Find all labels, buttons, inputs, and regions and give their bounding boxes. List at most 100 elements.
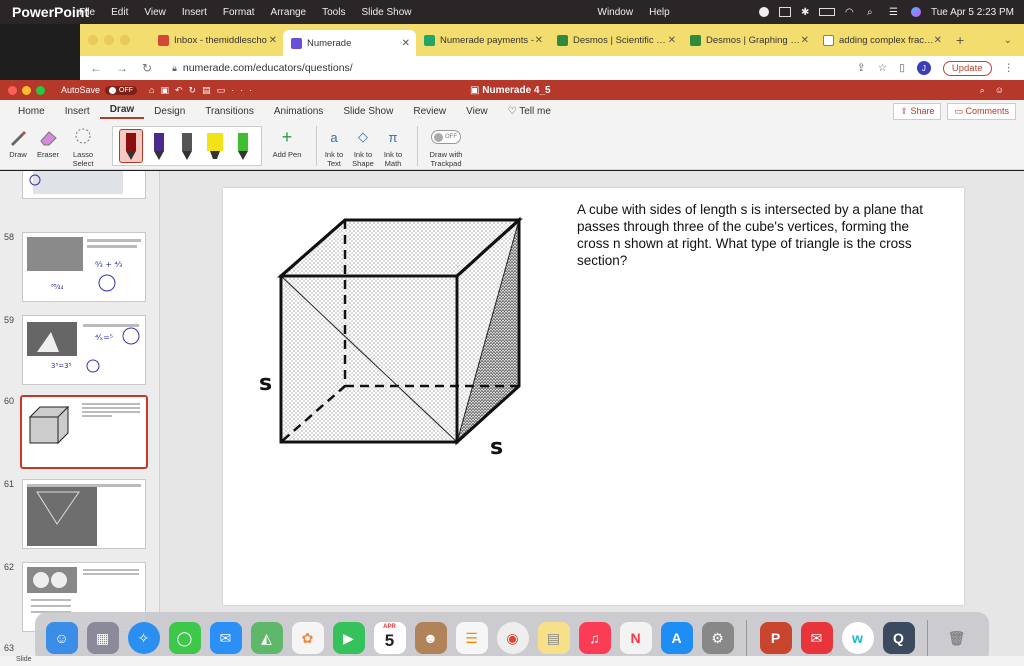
siri-icon[interactable] — [910, 7, 921, 17]
tab-animations[interactable]: Animations — [264, 106, 333, 117]
minimize-window-icon[interactable] — [104, 35, 114, 45]
lasso-select-tool[interactable]: Lasso Select — [66, 126, 100, 168]
draw-tool[interactable]: Draw — [6, 126, 30, 159]
safari-icon[interactable]: ✧ — [127, 622, 160, 654]
zoom-window-icon[interactable] — [36, 85, 45, 95]
lock-icon[interactable]: 🔒︎ — [172, 63, 177, 74]
display-icon[interactable] — [778, 7, 791, 17]
ink-to-shape-button[interactable]: ◇ Ink to Shape — [351, 126, 375, 168]
home-icon[interactable]: ⌂ — [149, 85, 160, 95]
close-tab-icon[interactable]: ✕ — [269, 35, 277, 46]
undo-icon[interactable]: ↶ — [175, 85, 189, 95]
new-tab-icon[interactable]: + — [956, 32, 964, 48]
account-icon[interactable]: ☺ — [995, 85, 1014, 95]
menu-arrange[interactable]: Arrange — [263, 7, 315, 18]
forward-arrow-icon[interactable]: → — [116, 61, 128, 75]
menu-app-name[interactable]: PowerPoint — [12, 0, 89, 28]
chrome-icon[interactable]: ◉ — [496, 622, 529, 654]
pen-dark-red[interactable] — [119, 129, 143, 163]
add-pen-button[interactable]: + Add Pen — [270, 126, 304, 160]
slide-thumbnail-57[interactable] — [22, 171, 146, 199]
slide-thumbnail-61[interactable] — [22, 479, 146, 549]
menu-window[interactable]: Window — [590, 7, 642, 18]
slide-thumbnail-60-selected[interactable] — [20, 395, 148, 469]
print-icon[interactable]: ▤ — [202, 85, 217, 95]
menu-insert[interactable]: Insert — [174, 7, 215, 18]
save-icon[interactable]: ▣ — [160, 85, 175, 95]
document-title[interactable]: ▣ Numerade 4_5 — [470, 85, 551, 96]
share-page-icon[interactable]: ⇪ — [857, 62, 866, 74]
comments-button[interactable]: ▭ Comments — [947, 102, 1016, 120]
wifi-icon[interactable]: ◠ — [845, 7, 857, 18]
close-tab-icon[interactable]: ✕ — [535, 35, 543, 46]
calendar-icon[interactable]: APR 5 — [373, 622, 406, 654]
browser-tab-desmos-graphing[interactable]: Desmos | Graphing Ca ✕ — [682, 27, 815, 53]
menu-help[interactable]: Help — [641, 7, 678, 18]
tab-design[interactable]: Design — [144, 106, 195, 117]
share-button[interactable]: ⇪ Share — [893, 102, 942, 120]
menu-tools[interactable]: Tools — [314, 7, 353, 18]
app-store-icon[interactable]: A — [660, 622, 693, 654]
update-button[interactable]: Update — [942, 60, 992, 76]
reload-icon[interactable]: ↻ — [142, 61, 152, 75]
browser-tab-numerade-payments[interactable]: Numerade payments - ✕ — [416, 27, 549, 53]
tab-home[interactable]: Home — [8, 106, 55, 117]
pen-purple[interactable] — [147, 129, 171, 163]
tab-transitions[interactable]: Transitions — [195, 106, 264, 117]
close-tab-icon[interactable]: ✕ — [402, 38, 410, 49]
question-text[interactable]: A cube with sides of length s is interse… — [577, 201, 942, 269]
slide-thumbnail-59[interactable]: ⁴⁄ₓ=⁵ 3⁵=3⁵ — [22, 315, 146, 385]
record-icon[interactable] — [758, 7, 769, 17]
browser-tab-numerade[interactable]: Numerade ✕ — [283, 30, 416, 56]
tab-review[interactable]: Review — [403, 106, 456, 117]
ink-to-math-button[interactable]: π Ink to Math — [381, 126, 405, 169]
finder-icon[interactable]: ☺ — [45, 622, 78, 654]
battery-icon[interactable] — [818, 8, 835, 16]
new-document-icon[interactable]: ▭ — [217, 85, 232, 95]
reminders-icon[interactable]: ☰ — [455, 622, 488, 654]
close-window-icon[interactable] — [8, 85, 17, 95]
slide-thumbnail-58[interactable]: ⁸⁄₃ + ⁴⁄₃ ⁸⁸⁄₄₄ — [22, 232, 146, 302]
autosave-toggle[interactable]: OFF — [105, 85, 138, 95]
highlighter-green[interactable] — [231, 129, 255, 163]
side-panel-icon[interactable]: ▯ — [899, 62, 905, 74]
trash-icon[interactable]: 🗑︎ — [941, 622, 973, 654]
airmail-icon[interactable]: ✉ — [800, 622, 833, 654]
profile-avatar[interactable]: J — [916, 61, 931, 75]
more-menu-icon[interactable]: ⋮ — [1004, 62, 1015, 74]
highlighter-yellow[interactable] — [203, 129, 227, 163]
browser-tab-desmos-scientific[interactable]: Desmos | Scientific Ca ✕ — [549, 27, 682, 53]
notes-icon[interactable]: ▤ — [537, 622, 570, 654]
mail-icon[interactable]: ✉ — [209, 622, 242, 654]
menu-view[interactable]: View — [136, 7, 174, 18]
tab-slide-show[interactable]: Slide Show — [333, 106, 403, 117]
menubar-clock[interactable]: Tue Apr 5 2:23 PM — [931, 7, 1014, 18]
system-preferences-icon[interactable]: ⚙ — [701, 622, 734, 654]
redo-icon[interactable]: ↻ — [189, 85, 203, 95]
wunderlist-icon[interactable]: w — [841, 622, 874, 654]
facetime-icon[interactable]: ▶ — [332, 622, 365, 654]
zoom-window-icon[interactable] — [120, 35, 130, 45]
menu-slide-show[interactable]: Slide Show — [353, 7, 419, 18]
slide-canvas[interactable]: s s s A cube with sides of length s is i… — [223, 188, 964, 605]
photos-icon[interactable]: ✿ — [291, 622, 324, 654]
draw-with-trackpad-toggle[interactable]: OFF Draw with Trackpad — [424, 126, 468, 168]
menu-edit[interactable]: Edit — [103, 7, 136, 18]
quicktime-icon[interactable]: Q — [882, 622, 915, 654]
maps-icon[interactable]: ◭ — [250, 622, 283, 654]
powerpoint-icon[interactable]: P — [759, 622, 792, 654]
messages-icon[interactable]: ◯ — [168, 622, 201, 654]
browser-tab-google-search[interactable]: adding complex fractio ✕ — [815, 27, 948, 53]
bookmark-star-icon[interactable]: ☆ — [878, 62, 887, 74]
tab-draw[interactable]: Draw — [99, 104, 145, 119]
tell-me-search[interactable]: ♡ Tell me — [498, 106, 561, 117]
menu-format[interactable]: Format — [215, 7, 263, 18]
close-tab-icon[interactable]: ✕ — [668, 35, 676, 46]
browser-tab-gmail[interactable]: Inbox - themiddlescho ✕ — [150, 27, 283, 53]
more-icon[interactable]: ··· — [231, 85, 258, 95]
tab-search-chevron-icon[interactable]: ⌄ — [1004, 35, 1012, 46]
eraser-tool[interactable]: Eraser — [36, 126, 60, 159]
back-arrow-icon[interactable]: ← — [90, 61, 102, 75]
tab-view[interactable]: View — [456, 106, 498, 117]
search-icon[interactable]: ⌕ — [980, 85, 995, 95]
